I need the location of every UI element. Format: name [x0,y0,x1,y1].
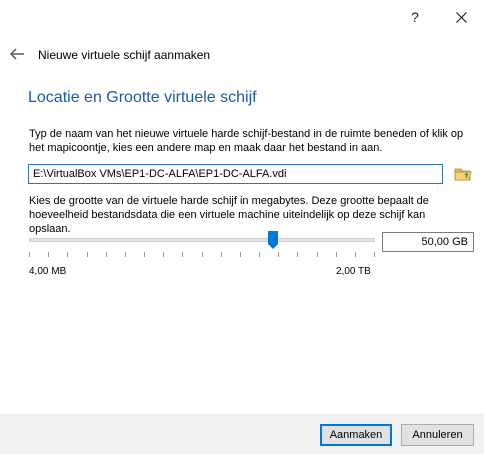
wizard-title: Nieuwe virtuele schijf aanmaken [38,48,211,62]
slider-tick [182,252,183,257]
help-label: ? [411,9,419,25]
back-arrow-icon[interactable] [8,46,26,62]
choose-folder-button[interactable] [452,164,474,184]
slider-ticks [29,252,375,258]
close-button[interactable] [438,0,484,34]
slider-tick [144,252,145,257]
slider-tick [278,252,279,257]
slider-tick [163,252,164,257]
location-description: Typ de naam van het nieuwe virtuele hard… [29,128,464,154]
max-size-label: 2,00 TB [336,266,371,277]
create-button[interactable]: Aanmaken [320,424,392,446]
dialog-window: ? Nieuwe virtuele schijf aanmaken Locati… [0,0,484,454]
slider-tick [317,252,318,257]
cancel-button[interactable]: Annuleren [401,424,474,446]
min-size-label: 4,00 MB [29,266,67,277]
help-button[interactable]: ? [392,0,438,34]
slider-tick [67,252,68,257]
slider-tick [48,252,49,257]
slider-tick [240,252,241,257]
slider-tick [336,252,337,257]
slider-tick [87,252,88,257]
slider-tick [106,252,107,257]
slider-track [29,238,375,242]
folder-icon [454,168,472,181]
slider-thumb[interactable] [267,231,278,249]
size-slider[interactable] [29,230,375,250]
file-path-input[interactable] [28,164,443,184]
size-input[interactable] [382,232,474,252]
slider-tick [355,252,356,257]
slider-tick [221,252,222,257]
close-icon [455,11,467,23]
slider-tick [125,252,126,257]
slider-tick [297,252,298,257]
page-heading: Locatie en Grootte virtuele schijf [28,89,257,106]
slider-tick [29,252,30,257]
slider-tick [374,252,375,257]
slider-tick [202,252,203,257]
slider-tick [259,252,260,257]
